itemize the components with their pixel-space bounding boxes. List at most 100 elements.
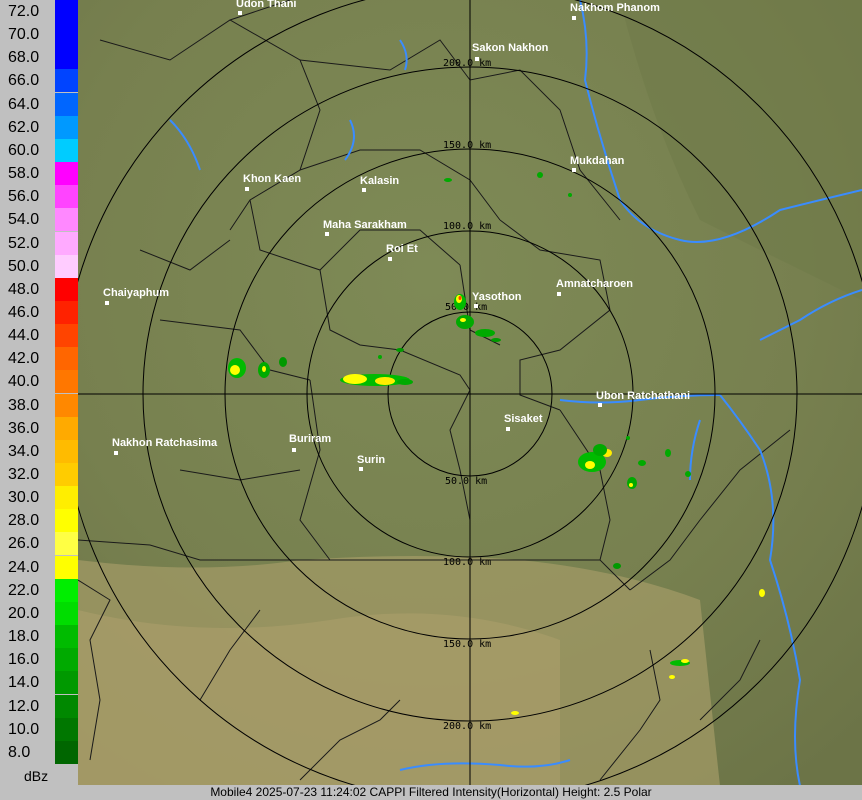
legend-row: 46.0 <box>0 300 78 324</box>
legend-label: 40.0 <box>8 373 40 391</box>
legend-row: 32.0 <box>0 463 78 486</box>
legend-row: 16.0 <box>0 648 78 672</box>
legend-swatch <box>55 486 78 510</box>
legend-label: 46.0 <box>8 303 40 321</box>
legend-swatch <box>55 46 78 70</box>
legend-row: 68.0 <box>0 46 78 70</box>
legend-label: 22.0 <box>8 581 40 599</box>
legend-row: 60.0 <box>0 138 78 162</box>
legend-row: 34.0 <box>0 439 78 463</box>
legend-swatch <box>55 648 78 672</box>
legend-swatch <box>55 463 78 486</box>
legend-label: 60.0 <box>8 141 40 159</box>
legend-swatch <box>55 138 78 162</box>
legend-label: 34.0 <box>8 442 40 460</box>
ring-label-100-north: 100.0 km <box>443 221 491 232</box>
ring-label-150: 150.0 km <box>443 639 491 650</box>
city-label: Roi Et <box>386 243 418 255</box>
legend-swatch <box>55 277 78 301</box>
legend-unit: dBz <box>24 768 49 784</box>
legend-row: 10.0 <box>0 717 78 741</box>
radar-map[interactable]: 50.0 km 100.0 km 150.0 km 200.0 km 50.0 … <box>61 0 862 800</box>
city-label: Sisaket <box>504 413 543 425</box>
legend-row: 70.0 <box>0 23 78 47</box>
legend-row: 72.0 <box>0 0 78 23</box>
ring-label-200: 200.0 km <box>443 721 491 732</box>
legend-row: 8.0 <box>0 740 78 764</box>
legend-swatch <box>55 185 78 209</box>
ring-label-200-north: 200.0 km <box>443 58 491 69</box>
legend-swatch <box>55 324 78 348</box>
legend-row: 50.0 <box>0 254 78 278</box>
legend-swatch <box>55 69 78 93</box>
legend-label: 68.0 <box>8 49 40 67</box>
city-label: Udon Thani <box>236 0 297 10</box>
legend-swatch <box>55 717 78 741</box>
legend-swatch <box>55 0 78 23</box>
legend-label: 16.0 <box>8 651 40 669</box>
city-label: Nakhom Phanom <box>570 2 660 14</box>
legend-swatch <box>55 370 78 394</box>
legend-swatch <box>55 115 78 139</box>
legend-label: 14.0 <box>8 674 40 692</box>
legend-label: 54.0 <box>8 211 40 229</box>
legend-swatch <box>55 625 78 649</box>
legend-label: 8.0 <box>8 743 31 761</box>
legend-row: 18.0 <box>0 625 78 649</box>
legend-swatch <box>55 578 78 602</box>
legend-label: 64.0 <box>8 95 40 113</box>
legend-row: 66.0 <box>0 69 78 93</box>
legend-row: 14.0 <box>0 671 78 695</box>
legend-label: 72.0 <box>8 3 40 20</box>
legend-swatch <box>55 532 78 556</box>
ring-label-150-north: 150.0 km <box>443 140 491 151</box>
legend-label: 24.0 <box>8 558 40 576</box>
legend-row: 48.0 <box>0 277 78 301</box>
legend-label: 52.0 <box>8 234 40 252</box>
legend-swatch <box>55 416 78 440</box>
legend-label: 12.0 <box>8 697 40 715</box>
legend-row: 62.0 <box>0 115 78 139</box>
legend-row: 24.0 <box>0 555 78 579</box>
city-label: Maha Sarakham <box>323 219 407 231</box>
legend-swatch <box>55 300 78 324</box>
legend-label: 26.0 <box>8 535 40 553</box>
city-label: Ubon Ratchathani <box>596 390 690 402</box>
legend-swatch <box>55 509 78 533</box>
city-label: Mukdahan <box>570 155 625 167</box>
legend-label: 38.0 <box>8 396 40 414</box>
legend-row: 44.0 <box>0 324 78 348</box>
legend-label: 18.0 <box>8 628 40 646</box>
legend-row: 58.0 <box>0 162 78 186</box>
legend-label: 50.0 <box>8 257 40 275</box>
legend-label: 48.0 <box>8 280 40 298</box>
legend-row: 52.0 <box>0 231 78 255</box>
legend-swatch <box>55 92 78 116</box>
city-label: Kalasin <box>360 175 399 187</box>
status-bar: Mobile4 2025-07-23 11:24:02 CAPPI Filter… <box>0 785 862 800</box>
city-label: Yasothon <box>472 291 522 303</box>
legend-swatch <box>55 439 78 463</box>
legend-label: 42.0 <box>8 350 40 368</box>
legend-row: 20.0 <box>0 601 78 625</box>
city-label: Amnatcharoen <box>556 278 633 290</box>
legend-swatch <box>55 254 78 278</box>
legend-label: 28.0 <box>8 512 40 530</box>
legend-label: 58.0 <box>8 165 40 183</box>
legend-label: 56.0 <box>8 188 40 206</box>
legend-label: 30.0 <box>8 489 40 507</box>
ring-label-100: 100.0 km <box>443 557 491 568</box>
legend-row: 64.0 <box>0 92 78 116</box>
city-label: Chaiyaphum <box>103 287 169 299</box>
legend-row: 56.0 <box>0 185 78 209</box>
legend-swatch <box>55 208 78 232</box>
legend-swatch <box>55 601 78 625</box>
legend-swatch <box>55 555 78 579</box>
legend-label: 44.0 <box>8 327 40 345</box>
legend-row: 54.0 <box>0 208 78 232</box>
color-legend: 72.0 70.0 68.0 66.0 64.0 62.0 60.0 58.0 56.0 54.0… <box>0 0 78 786</box>
legend-row: 38.0 <box>0 393 78 417</box>
legend-swatch <box>55 347 78 371</box>
city-label: Sakon Nakhon <box>472 42 549 54</box>
ring-label-50: 50.0 km <box>445 476 487 487</box>
